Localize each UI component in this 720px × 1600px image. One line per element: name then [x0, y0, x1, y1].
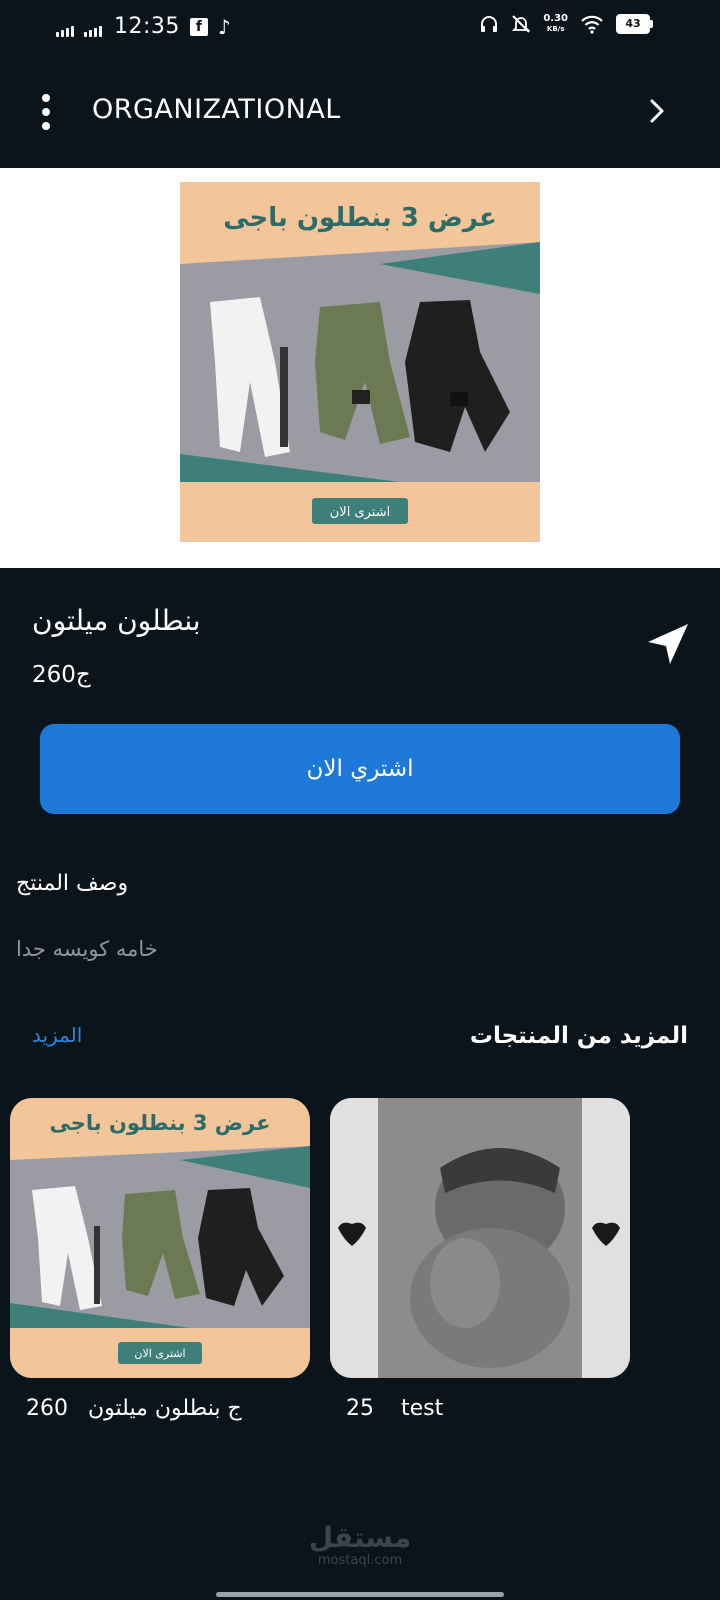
product-banner-image[interactable]: عرض 3 بنطلون باجى اشترى الان [180, 182, 540, 542]
product-card-label: 25 test [346, 1396, 443, 1421]
signal-2-icon [84, 17, 102, 37]
more-options-icon[interactable] [36, 94, 56, 130]
product-card-image [330, 1098, 630, 1378]
net-speed-value: 0.30 [543, 13, 568, 24]
tiktok-icon: ♪ [217, 14, 231, 39]
more-products-title: المزيد من المنتجات [469, 1023, 688, 1049]
battery-icon: 43 [616, 14, 653, 34]
status-left: 12:35 f ♪ [56, 14, 231, 39]
product-card[interactable]: عرض 3 بنطلون باجى اشترى الان [10, 1098, 310, 1378]
app-title: ORGANIZATIONAL [92, 94, 341, 125]
watermark-arabic: مستقل [308, 1521, 412, 1554]
product-card-image: عرض 3 بنطلون باجى اشترى الان [10, 1098, 310, 1378]
watermark: مستقل mostaql.com [0, 1522, 720, 1568]
headphones-icon [481, 16, 498, 32]
description-title: وصف المنتج [16, 871, 129, 896]
banner-headline: عرض 3 بنطلون باجى [223, 203, 497, 233]
wifi-icon [581, 15, 603, 34]
signal-1-icon [56, 17, 74, 37]
banner-button-text: اشترى الان [330, 505, 390, 520]
clock: 12:35 [114, 14, 180, 39]
chevron-right-icon[interactable] [644, 98, 670, 124]
description-text: خامه كويسه جدا [16, 937, 158, 961]
status-bar: 12:35 f ♪ 0.30 KB/s 43 [0, 0, 720, 56]
product-name: بنطلون ميلتون [32, 604, 201, 637]
screen: 12:35 f ♪ 0.30 KB/s 43 ORGANIZATIONAL عر… [0, 0, 720, 1600]
more-products-link[interactable]: المزيد [32, 1023, 82, 1047]
product-card-name: test [401, 1396, 444, 1421]
app-bar: ORGANIZATIONAL [0, 56, 720, 168]
facebook-icon: f [189, 17, 208, 36]
buy-now-button[interactable]: اشتري الان [40, 724, 680, 814]
product-card[interactable] [330, 1098, 630, 1378]
product-image-area: عرض 3 بنطلون باجى اشترى الان [0, 168, 720, 568]
watermark-latin: mostaql.com [317, 1553, 403, 1568]
home-indicator[interactable] [216, 1592, 504, 1597]
send-icon[interactable] [644, 622, 690, 668]
card-banner-headline: عرض 3 بنطلون باجى [50, 1111, 271, 1135]
card-banner-button: اشترى الان [134, 1347, 185, 1360]
product-price: 260ج [32, 662, 91, 688]
net-speed: 0.30 KB/s [543, 14, 568, 34]
product-card-name: بنطلون ميلتون [88, 1396, 221, 1421]
product-card-price: 25 [346, 1396, 374, 1421]
product-card-label: 260ج بنطلون ميلتون [26, 1396, 242, 1421]
status-right: 0.30 KB/s 43 [479, 14, 653, 34]
mute-bell-icon [512, 15, 531, 33]
net-speed-unit: KB/s [546, 25, 565, 33]
